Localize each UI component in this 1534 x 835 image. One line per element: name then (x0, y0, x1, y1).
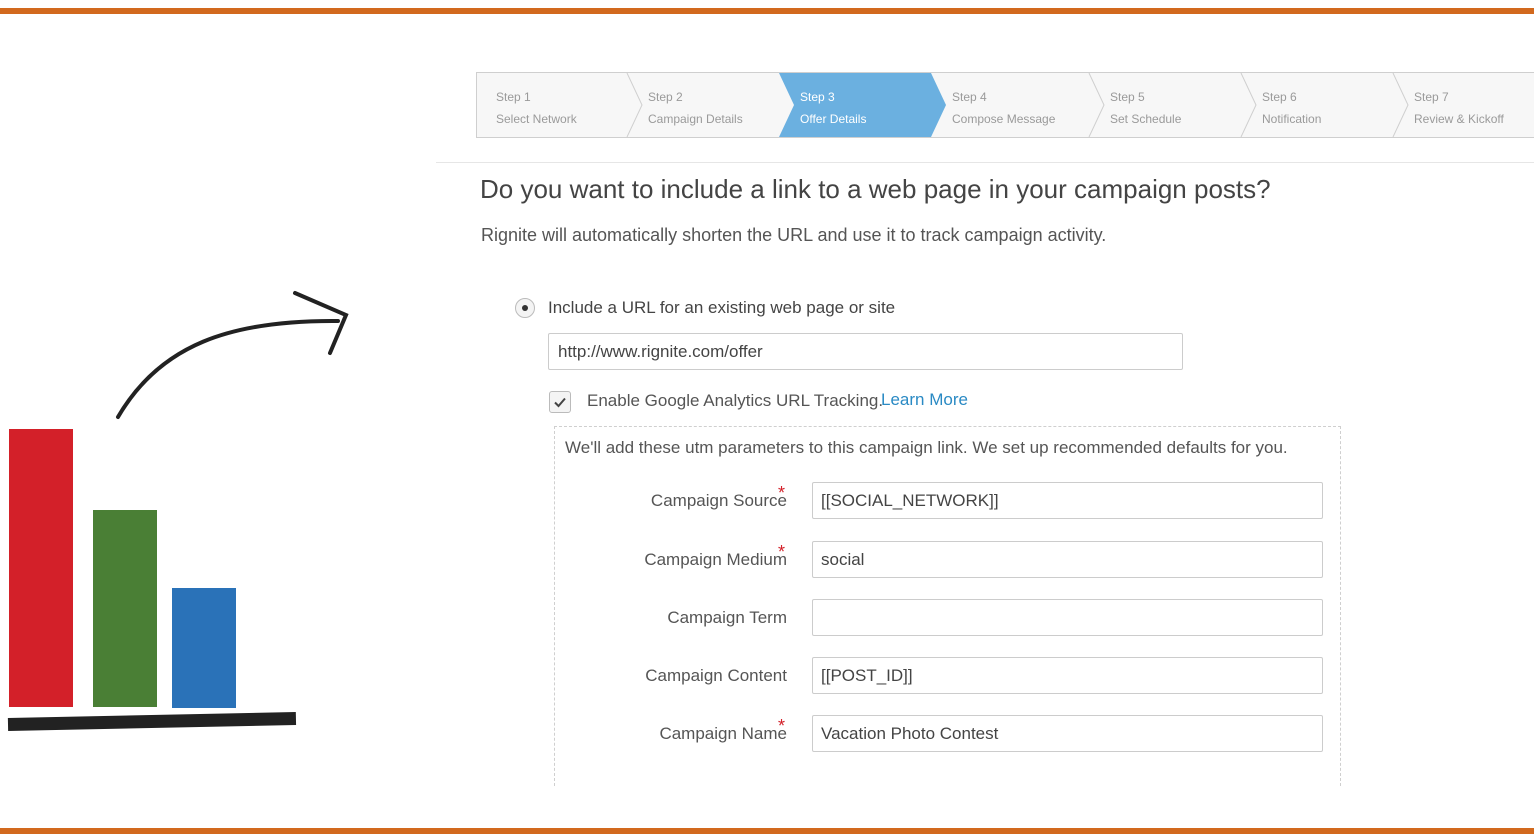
include-url-label: Include a URL for an existing web page o… (548, 298, 896, 317)
utm-note: We'll add these utm parameters to this c… (565, 438, 1288, 457)
step-label: Review & Kickoff (1414, 112, 1504, 126)
step-number: Step 6 (1262, 90, 1297, 104)
utm-field-label: Campaign Name (659, 724, 787, 743)
utm-field-label: Campaign Source (650, 491, 787, 510)
wizard-step-6[interactable]: Step 6 Notification (1243, 73, 1409, 137)
section-divider (436, 162, 1534, 163)
step-chevron-icon (626, 73, 643, 137)
required-asterisk: * (778, 542, 786, 562)
url-input[interactable]: http://www.rignite.com/offer (548, 333, 1183, 370)
curved-arrow-icon (116, 291, 349, 419)
page-question: Do you want to include a link to a web p… (480, 174, 1271, 204)
step-label: Notification (1262, 112, 1322, 126)
red-bar (9, 429, 73, 707)
wizard-step-3[interactable]: Step 3 Offer Details (781, 73, 947, 137)
chart-baseline (7, 711, 297, 731)
step-chevron-icon (1240, 73, 1257, 137)
blue-bar (172, 588, 236, 708)
wizard-step-7[interactable]: Step 7 Review & Kickoff (1395, 73, 1534, 137)
utm-field-input[interactable]: Vacation Photo Contest (812, 715, 1323, 752)
utm-field-label: Campaign Content (645, 666, 787, 685)
checkmark-icon (554, 397, 566, 408)
step-number: Step 4 (952, 90, 987, 104)
step-chevron-icon (765, 73, 795, 137)
analytics-checkbox[interactable] (549, 391, 571, 413)
learn-more-link[interactable]: Learn More (881, 390, 968, 410)
step-number: Step 1 (496, 90, 531, 104)
page-subtext: Rignite will automatically shorten the U… (481, 225, 1107, 245)
wizard-step-4[interactable]: Step 4 Compose Message (933, 73, 1105, 137)
step-label: Compose Message (952, 112, 1056, 126)
step-number: Step 5 (1110, 90, 1145, 104)
wizard-step-1[interactable]: Step 1 Select Network (477, 73, 643, 137)
step-label: Select Network (496, 112, 577, 126)
step-number: Step 2 (648, 90, 683, 104)
bottom-accent-rule (0, 828, 1534, 834)
green-bar (93, 510, 157, 707)
utm-field-input[interactable]: [[SOCIAL_NETWORK]] (812, 482, 1323, 519)
wizard-steps: Step 1 Select Network Step 2 Campaign Detai… (476, 72, 1534, 138)
step-number: Step 7 (1414, 90, 1449, 104)
top-accent-rule (0, 8, 1534, 14)
step-number: Step 3 (800, 90, 835, 104)
required-asterisk: * (778, 716, 786, 736)
utm-field-input[interactable]: social (812, 541, 1323, 578)
step-chevron-icon (1088, 73, 1105, 137)
step-chevron-icon (917, 73, 947, 137)
analytics-label: Enable Google Analytics URL Tracking. (587, 391, 884, 410)
include-url-radio[interactable] (515, 298, 535, 318)
utm-field-input[interactable]: [[POST_ID]] (812, 657, 1323, 694)
step-label: Campaign Details (648, 112, 743, 126)
wizard-step-2[interactable]: Step 2 Campaign Details (629, 73, 795, 137)
utm-field-label: Campaign Medium (644, 550, 787, 569)
required-asterisk: * (778, 483, 786, 503)
step-chevron-icon (1392, 73, 1409, 137)
utm-field-input[interactable] (812, 599, 1323, 636)
utm-field-label: Campaign Term (667, 608, 787, 627)
step-label: Offer Details (800, 112, 867, 126)
step-label: Set Schedule (1110, 112, 1182, 126)
wizard-step-5[interactable]: Step 5 Set Schedule (1091, 73, 1257, 137)
